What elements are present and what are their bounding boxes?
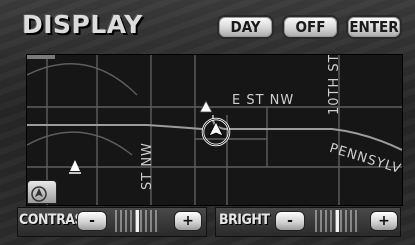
bright-increase-button[interactable]: +	[370, 211, 398, 231]
map-mode-button[interactable]	[27, 180, 57, 204]
enter-button[interactable]: ENTER	[346, 15, 402, 39]
bright-label: BRIGHT	[219, 212, 270, 228]
compass-icon	[31, 186, 47, 202]
waypoint-marker-icon	[199, 100, 213, 113]
poi-marker-icon	[69, 160, 81, 174]
day-button[interactable]: DAY	[217, 15, 274, 39]
bright-level-indicator	[336, 210, 339, 232]
off-button[interactable]: OFF	[282, 15, 339, 39]
contrast-level-indicator	[136, 210, 139, 232]
contrast-increase-button[interactable]: +	[174, 211, 202, 231]
street-label-e-st: E ST NW	[232, 93, 295, 108]
contrast-decrease-button[interactable]: -	[77, 211, 107, 231]
bright-decrease-button[interactable]: -	[275, 211, 305, 231]
display-settings-screen: DISPLAY DAY OFF ENTER E ST NW 10TH ST ST…	[0, 0, 415, 245]
street-label-st-nw: ST NW	[140, 142, 155, 190]
vehicle-position-icon	[201, 117, 231, 147]
page-title: DISPLAY	[22, 10, 143, 39]
street-label-10th-st: 10TH ST	[327, 54, 342, 115]
map-preview: E ST NW 10TH ST ST NW PENNSYLV	[26, 54, 403, 206]
